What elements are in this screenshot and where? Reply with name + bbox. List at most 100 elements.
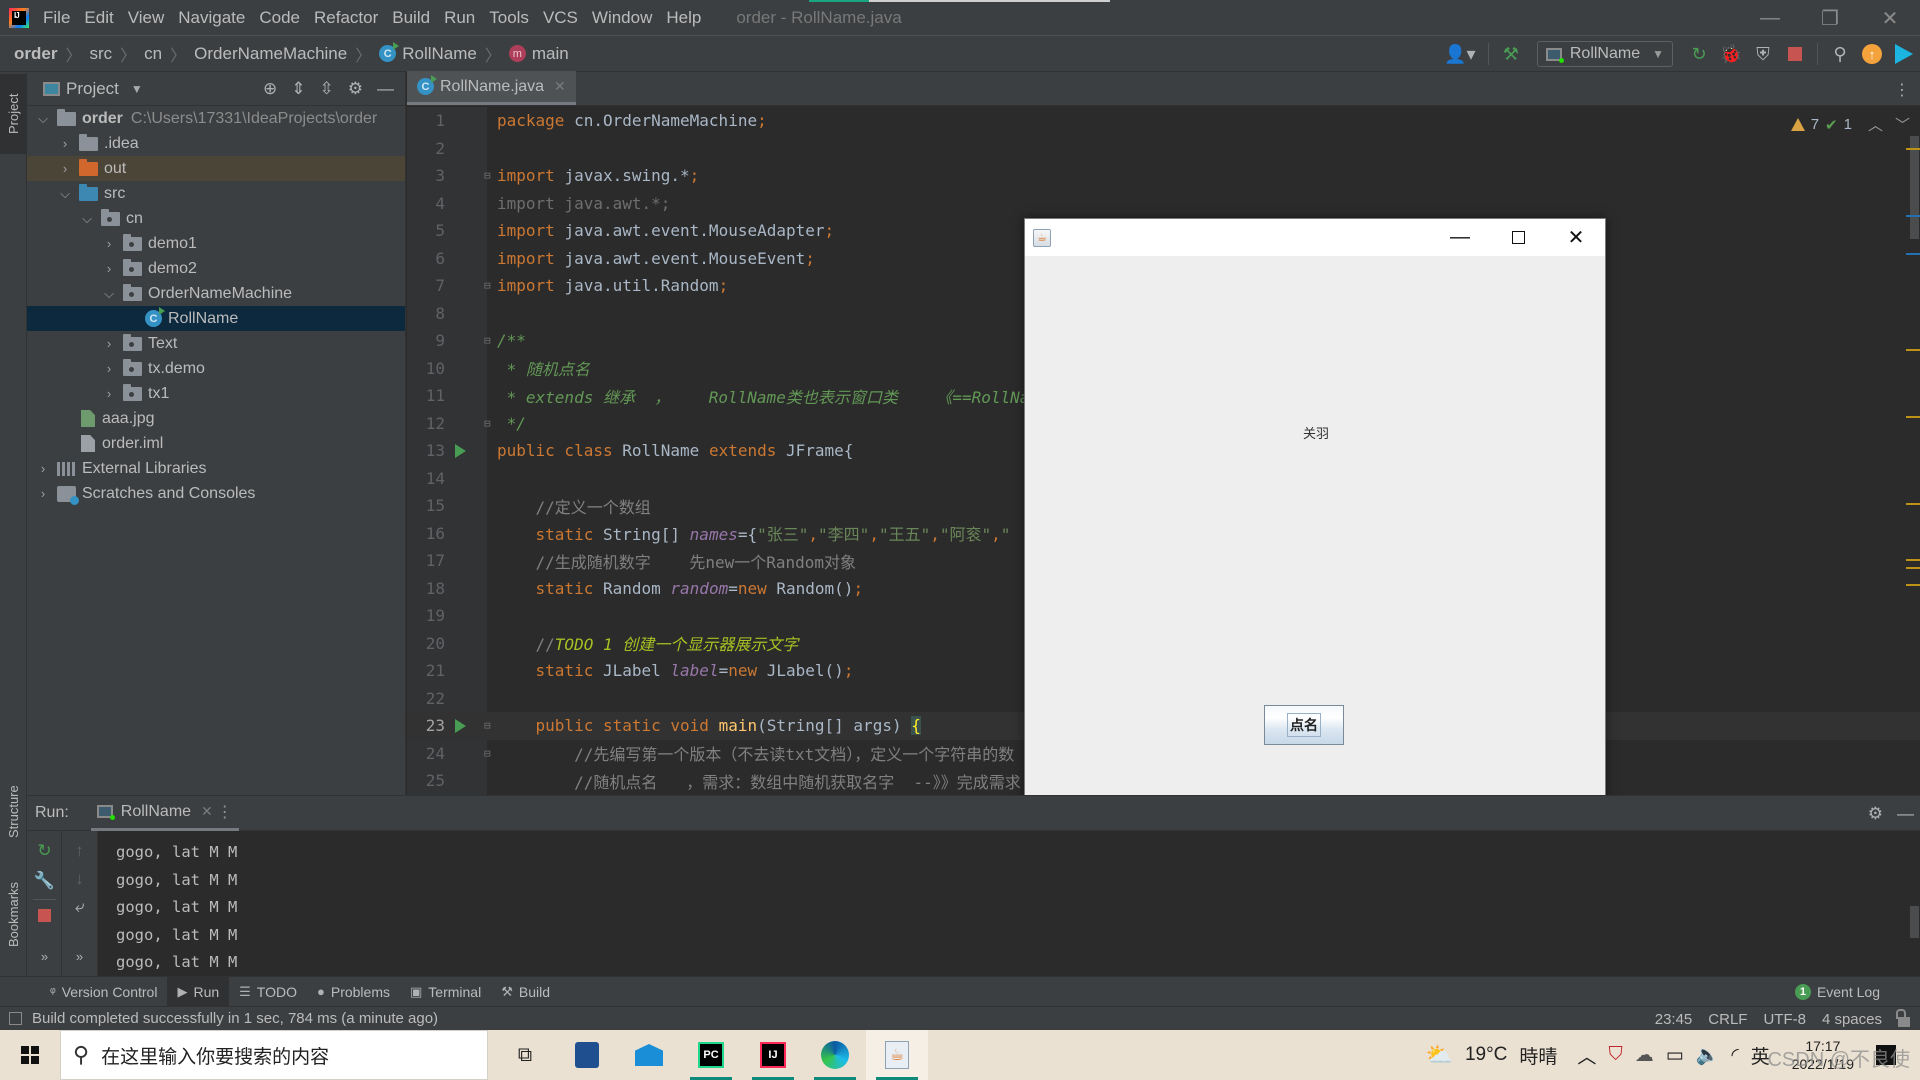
gear-icon[interactable]: ⚙: [1868, 804, 1883, 824]
warning-marker[interactable]: [1906, 416, 1920, 418]
weather-description[interactable]: 時晴: [1519, 1042, 1557, 1069]
tree-item[interactable]: ⌵ cn: [27, 206, 405, 231]
chevron-right-icon[interactable]: ›: [35, 461, 51, 476]
mail-app[interactable]: [618, 1030, 680, 1080]
menu-refactor[interactable]: Refactor: [314, 8, 378, 28]
menu-navigate[interactable]: Navigate: [178, 8, 245, 28]
menu-file[interactable]: File: [43, 8, 70, 28]
tree-item[interactable]: ⌵ src: [27, 181, 405, 206]
file-encoding[interactable]: UTF-8: [1763, 1011, 1806, 1028]
structure-tool-tab[interactable]: Structure: [0, 762, 27, 862]
edge-app[interactable]: [804, 1030, 866, 1080]
store-app[interactable]: [556, 1030, 618, 1080]
breadcrumb-src[interactable]: src: [89, 44, 112, 64]
breadcrumb-method[interactable]: m main: [508, 44, 569, 64]
build-hammer-icon[interactable]: ⚒: [1498, 41, 1524, 67]
breadcrumb-class[interactable]: C RollName: [379, 42, 477, 64]
chevron-right-icon[interactable]: ›: [35, 486, 51, 501]
event-log-tab[interactable]: 1 Event Log: [1794, 977, 1880, 1007]
code-with-me-icon[interactable]: [1891, 41, 1917, 67]
breadcrumb-order[interactable]: order: [14, 44, 57, 64]
code-line[interactable]: 3 ⊟ import javax.swing.*;: [407, 162, 1920, 190]
status-message[interactable]: Build completed successfully in 1 sec, 7…: [32, 1010, 438, 1027]
menu-edit[interactable]: Edit: [84, 8, 113, 28]
vcs-user-icon[interactable]: 👤▾: [1441, 41, 1479, 67]
fold-marker-icon[interactable]: ⊟: [484, 169, 491, 182]
java-app[interactable]: ☕: [866, 1030, 928, 1080]
tool-tab-todo[interactable]: ☰ TODO: [229, 977, 307, 1007]
swing-minimize-button[interactable]: —: [1431, 219, 1489, 256]
run-gutter-icon[interactable]: [455, 443, 466, 458]
info-marker[interactable]: [1906, 253, 1920, 255]
line-separator[interactable]: CRLF: [1708, 1011, 1747, 1028]
tree-item[interactable]: › Scratches and Consoles: [27, 481, 405, 506]
weather-icon[interactable]: ⛅: [1426, 1042, 1453, 1068]
minimize-button[interactable]: —: [1740, 0, 1800, 36]
fold-marker-icon[interactable]: ⊟: [484, 334, 491, 347]
close-tab-icon[interactable]: ✕: [554, 78, 566, 95]
tree-item[interactable]: order.iml: [27, 431, 405, 456]
project-tool-tab[interactable]: Project: [0, 74, 27, 154]
caret-position[interactable]: 23:45: [1655, 1011, 1693, 1028]
tree-item[interactable]: ⌵ OrderNameMachine: [27, 281, 405, 306]
weather-temperature[interactable]: 19°C: [1465, 1044, 1507, 1066]
stop-icon[interactable]: [27, 909, 62, 922]
tree-item[interactable]: › tx1: [27, 381, 405, 406]
hide-panel-icon[interactable]: —: [1897, 804, 1914, 824]
volume-icon[interactable]: 🔈: [1696, 1043, 1720, 1067]
tree-item[interactable]: › demo2: [27, 256, 405, 281]
tree-item[interactable]: › demo1: [27, 231, 405, 256]
warning-marker[interactable]: [1906, 349, 1920, 351]
restore-button[interactable]: ❐: [1800, 0, 1860, 36]
code-line[interactable]: 4 import java.awt.*;: [407, 190, 1920, 218]
debug-bug-icon[interactable]: 🐞: [1718, 41, 1744, 67]
wrench-icon[interactable]: 🔧: [27, 871, 62, 891]
fold-marker-icon[interactable]: ⊟: [484, 747, 491, 760]
chevron-down-icon[interactable]: ⌵: [35, 111, 51, 127]
warning-marker[interactable]: [1906, 567, 1920, 569]
soft-wrap-icon[interactable]: ⤶: [62, 897, 97, 917]
editor-scrollbar[interactable]: [1910, 136, 1919, 239]
taskbar-search[interactable]: ⚲ 在这里输入你要搜索的内容: [60, 1030, 488, 1080]
pycharm-app[interactable]: PC: [680, 1030, 742, 1080]
chevron-down-icon[interactable]: ⌵: [79, 211, 95, 227]
chevron-down-icon[interactable]: ⌵: [101, 286, 117, 302]
more-actions-icon[interactable]: »: [62, 949, 97, 964]
more-actions-icon[interactable]: »: [27, 949, 62, 964]
search-icon[interactable]: ⚲: [1827, 41, 1853, 67]
chevron-right-icon[interactable]: ›: [101, 386, 117, 401]
expand-all-icon[interactable]: ⇕: [291, 79, 305, 99]
start-button[interactable]: [0, 1030, 60, 1080]
down-arrow-icon[interactable]: ↓: [62, 869, 97, 889]
battery-icon[interactable]: ▭: [1666, 1044, 1684, 1067]
menu-run[interactable]: Run: [444, 8, 475, 28]
console-scrollbar[interactable]: [1910, 906, 1919, 938]
wifi-icon[interactable]: ◜: [1731, 1044, 1738, 1067]
warning-marker[interactable]: [1906, 148, 1920, 150]
menu-help[interactable]: Help: [666, 8, 701, 28]
roll-call-button[interactable]: 点名: [1264, 705, 1344, 745]
fold-marker-icon[interactable]: ⊟: [484, 417, 491, 430]
tool-tab-build[interactable]: ⚒ Build: [491, 977, 560, 1007]
run-config-selector[interactable]: RollName ▼: [1536, 41, 1673, 67]
more-icon[interactable]: ⋮: [217, 802, 233, 822]
show-hidden-icons[interactable]: ︿: [1577, 1042, 1596, 1069]
rerun-icon[interactable]: ↻: [27, 841, 62, 861]
locate-file-icon[interactable]: ⊕: [263, 79, 277, 99]
up-arrow-icon[interactable]: ↑: [62, 841, 97, 861]
menu-window[interactable]: Window: [592, 8, 652, 28]
task-view-button[interactable]: ⧉: [494, 1030, 556, 1080]
tool-tab-terminal[interactable]: ▣ Terminal: [400, 977, 491, 1007]
fold-marker-icon[interactable]: ⊟: [484, 719, 491, 732]
tool-tab-version-control[interactable]: ᵠ Version Control: [40, 977, 167, 1007]
tree-item[interactable]: ⌵ order C:\Users\17331\IdeaProjects\order: [27, 106, 405, 131]
close-button[interactable]: ✕: [1860, 0, 1920, 36]
run-gutter-icon[interactable]: [455, 718, 466, 733]
gear-icon[interactable]: ⚙: [348, 79, 363, 99]
menu-code[interactable]: Code: [259, 8, 300, 28]
project-view-selector[interactable]: Project: [66, 79, 119, 99]
tree-item[interactable]: › External Libraries: [27, 456, 405, 481]
warning-marker[interactable]: [1906, 559, 1920, 561]
chevron-right-icon[interactable]: ›: [101, 261, 117, 276]
menu-tools[interactable]: Tools: [489, 8, 529, 28]
